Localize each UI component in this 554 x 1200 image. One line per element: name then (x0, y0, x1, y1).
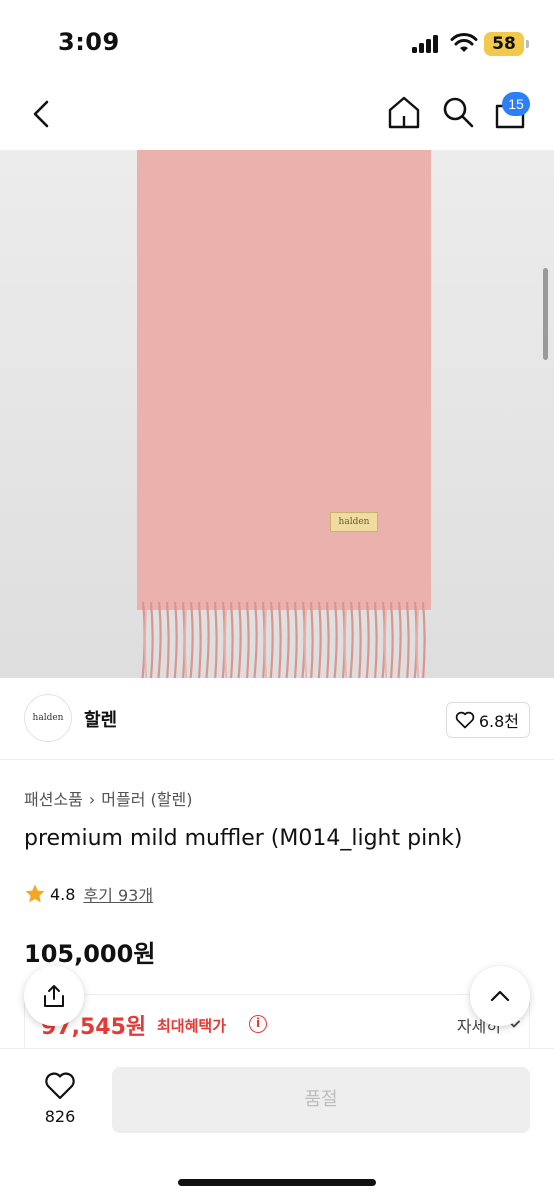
benefit-price-box[interactable]: 97,545원 최대혜택가 i 자세히 (24, 994, 530, 1054)
share-button[interactable] (24, 966, 84, 1026)
wishlist-button[interactable]: 826 (34, 1071, 86, 1126)
product-title: premium mild muffler (M014_light pink) (24, 826, 463, 851)
wishlist-count: 826 (44, 1107, 76, 1126)
review-count-link[interactable]: 후기 93개 (83, 882, 153, 906)
scarf-body (137, 150, 431, 610)
breadcrumb-subcategory[interactable]: 머플러 (할렌) (101, 790, 192, 809)
status-time: 3:09 (58, 28, 120, 56)
info-icon[interactable]: i (249, 1015, 267, 1033)
star-icon (25, 884, 45, 903)
seller-name[interactable]: 할렌 (84, 706, 117, 732)
heart-icon (45, 1072, 75, 1100)
scarf-fringe (141, 602, 426, 678)
product-image[interactable]: halden (0, 150, 554, 678)
seller-like-count: 6.8천 (478, 712, 519, 731)
product-price: 105,000원 (24, 940, 156, 968)
cellular-signal-icon (412, 35, 444, 53)
seller-like-button[interactable]: 6.8천 (445, 702, 530, 738)
rating-score: 4.8 (50, 884, 76, 904)
seller-logo[interactable]: halden (24, 694, 72, 742)
chevron-right-icon: › (88, 790, 96, 809)
brand-tag-label: halden (330, 512, 378, 532)
cart-count-badge: 15 (502, 92, 530, 116)
search-icon[interactable] (440, 94, 476, 130)
breadcrumb-category[interactable]: 패션소품 (24, 790, 83, 809)
bottom-action-bar: 826 품절 (0, 1048, 554, 1200)
wifi-icon (450, 33, 478, 52)
scroll-to-top-button[interactable] (470, 966, 530, 1026)
product-rating: 4.8 후기 93개 (24, 882, 153, 906)
sold-out-button[interactable]: 품절 (112, 1067, 530, 1133)
home-icon[interactable] (386, 94, 422, 130)
breadcrumb: 패션소품 › 머플러 (할렌) (24, 786, 192, 810)
status-bar: 3:09 58 (0, 0, 554, 80)
share-icon (44, 985, 64, 1007)
heart-icon (455, 711, 475, 729)
top-navigation (0, 80, 554, 150)
benefit-label: 최대혜택가 (157, 1017, 227, 1035)
home-indicator (178, 1179, 376, 1186)
back-arrow-icon[interactable] (26, 96, 56, 132)
battery-icon: 58 (484, 32, 529, 56)
seller-row[interactable]: halden 할렌 6.8천 (0, 678, 554, 760)
scrollbar[interactable] (543, 268, 548, 360)
chevron-up-icon (490, 990, 510, 1002)
